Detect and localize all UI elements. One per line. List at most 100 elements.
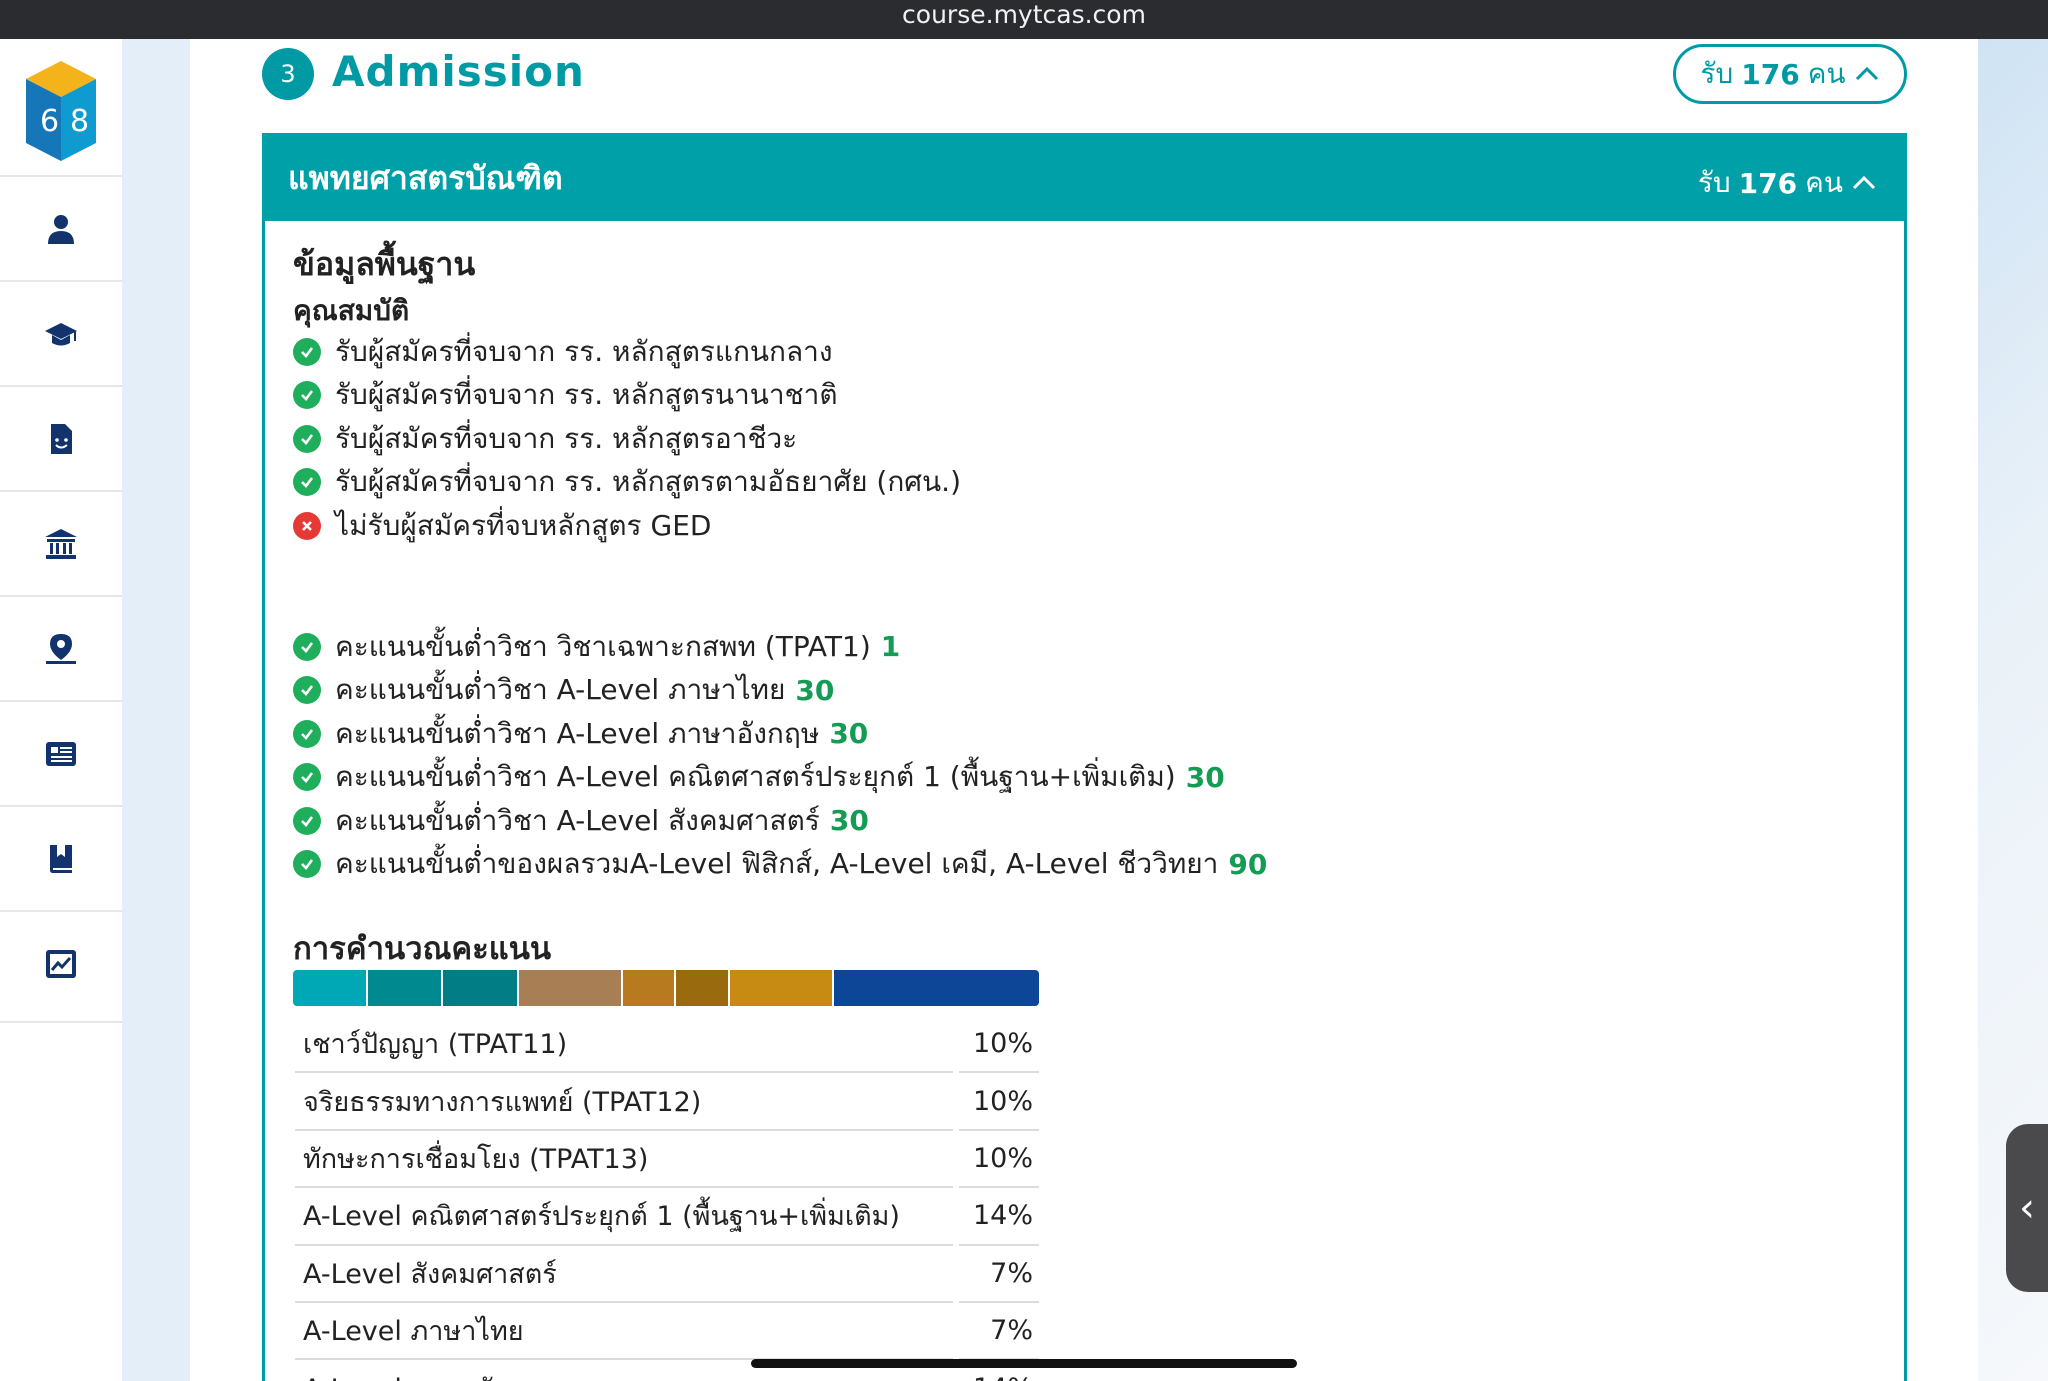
news-list-icon [46,741,76,766]
min-score-item: คะแนนขั้นต่ำวิชา A-Level สังคมศาสตร์ 30 [293,799,1267,843]
qualification-item: รับผู้สมัครที่จบจาก รร. หลักสูตรแกนกลาง [293,330,961,374]
weight-subject: A-Level สังคมศาสตร์ [295,1246,953,1303]
step-number-badge: 3 [262,48,314,100]
logo-icon: 6 8 [26,61,96,161]
main-content: 3 Admission รับ 176 คน แพทยศาสตรบัณฑิต ร… [190,39,1978,1381]
browser-url-bar[interactable]: course.mytcas.com [0,0,2048,39]
bookmark-book-icon [50,844,72,873]
program-name: แพทยศาสตรบัณฑิต [288,159,563,197]
sidebar-item-education[interactable] [0,280,122,385]
sidebar-item-stats[interactable] [0,910,122,1015]
document-smile-icon [51,423,72,454]
receive-prefix: รับ [1700,57,1734,90]
side-panel-toggle[interactable]: ‹ [2006,1124,2048,1292]
svg-text:8: 8 [70,104,89,139]
program-card-header[interactable]: แพทยศาสตรบัณฑิต รับ 176 คน [262,133,1907,221]
weight-percent: 10% [959,1016,1039,1074]
min-score-text: คะแนนขั้นต่ำของผลรวมA-Level ฟิสิกส์, A-L… [335,847,1219,881]
sidebar-item-bookmark[interactable] [0,805,122,910]
receive-count: 176 [1741,57,1800,91]
qualification-item: ไม่รับผู้สมัครที่จบหลักสูตร GED [293,504,961,548]
weight-segment [293,970,369,1006]
sidebar-item-news[interactable] [0,700,122,805]
weight-subject: A-Level ภาษาไทย [295,1303,953,1361]
weight-row: A-Level สังคมศาสตร์ 7% [295,1246,1039,1303]
weight-row: เชาว์ปัญญา (TPAT11) 10% [295,1016,1039,1074]
check-circle-icon [293,632,321,661]
qualification-text: ไม่รับผู้สมัครที่จบหลักสูตร GED [335,508,712,542]
min-score-value: 30 [1185,760,1225,794]
min-score-text: คะแนนขั้นต่ำวิชา A-Level สังคมศาสตร์ [335,803,820,837]
program-receive-prefix: รับ [1697,166,1731,199]
section-title: Admission [332,47,585,96]
weight-segment [729,970,835,1006]
min-score-list: คะแนนขั้นต่ำวิชา วิชาเฉพาะกสพท (TPAT1) 1 ค… [293,625,1267,886]
min-score-item: คะแนนขั้นต่ำของผลรวมA-Level ฟิสิกส์, A-L… [293,843,1267,887]
check-circle-icon [293,337,321,366]
weight-segment [518,970,624,1006]
check-circle-icon [293,424,321,453]
check-circle-icon [293,468,321,497]
qualification-title: คุณสมบัติ [293,294,410,327]
score-calc-title: การคำนวณคะแนน [293,931,552,967]
weight-percent: 10% [959,1131,1039,1189]
basic-info-title: ข้อมูลพื้นฐาน [293,245,476,283]
chart-icon [46,949,76,978]
sidebar-item-university[interactable] [0,490,122,595]
receive-suffix: คน [1807,57,1846,90]
weight-segment [623,970,677,1006]
user-icon [48,214,74,244]
graduation-cap-icon [45,322,77,345]
min-score-value: 30 [795,673,835,707]
receive-count-toggle[interactable]: รับ 176 คน [1673,44,1907,104]
min-score-item: คะแนนขั้นต่ำวิชา A-Level ภาษาอังกฤษ 30 [293,712,1267,756]
min-score-text: คะแนนขั้นต่ำวิชา A-Level คณิตศาสตร์ประยุ… [335,760,1176,794]
qualification-item: รับผู้สมัครที่จบจาก รร. หลักสูตรอาชีวะ [293,417,961,461]
sidebar-item-portfolio[interactable] [0,385,122,490]
min-score-text: คะแนนขั้นต่ำวิชา วิชาเฉพาะกสพท (TPAT1) [335,629,871,663]
program-receive-count: 176 [1738,166,1798,200]
weight-segment [368,970,444,1006]
sidebar-item-profile[interactable] [0,175,122,280]
min-score-value: 30 [829,717,869,751]
chevron-up-icon[interactable] [1851,174,1877,192]
chevron-left-icon: ‹ [2019,1185,2035,1231]
check-circle-icon [293,806,321,835]
cross-circle-icon [293,511,321,540]
qualification-text: รับผู้สมัครที่จบจาก รร. หลักสูตรแกนกลาง [335,334,833,368]
program-receive-suffix: คน [1805,166,1843,199]
weight-subject: เชาว์ปัญญา (TPAT11) [295,1016,953,1074]
qualification-list: รับผู้สมัครที่จบจาก รร. หลักสูตรแกนกลางร… [293,330,961,548]
weight-row: A-Level คณิตศาสตร์ประยุกต์ 1 (พื้นฐาน+เพ… [295,1188,1039,1246]
weight-row: A-Level ภาษาไทย 7% [295,1303,1039,1361]
weight-row: จริยธรรมทางการแพทย์ (TPAT12) 10% [295,1073,1039,1131]
home-indicator [751,1359,1297,1368]
program-receive: รับ 176 คน [1698,161,1877,205]
min-score-item: คะแนนขั้นต่ำวิชา A-Level คณิตศาสตร์ประยุ… [293,756,1267,800]
check-circle-icon [293,850,321,879]
check-circle-icon [293,719,321,748]
weight-bar [293,970,1039,1006]
mytcas-logo[interactable]: 6 8 [26,61,96,161]
qualification-text: รับผู้สมัครที่จบจาก รร. หลักสูตรนานาชาติ [335,378,838,412]
weight-subject: ทักษะการเชื่อมโยง (TPAT13) [295,1131,953,1189]
weight-segment [443,970,519,1006]
sidebar-divider [0,1021,122,1023]
min-score-value: 1 [880,630,901,664]
university-icon [45,528,77,559]
weight-row: ทักษะการเชื่อมโยง (TPAT13) 10% [295,1131,1039,1189]
chevron-up-icon [1855,66,1878,81]
min-score-item: คะแนนขั้นต่ำวิชา A-Level ภาษาไทย 30 [293,669,1267,713]
weight-percent: 7% [959,1246,1039,1303]
min-score-text: คะแนนขั้นต่ำวิชา A-Level ภาษาไทย [335,673,786,707]
check-circle-icon [293,763,321,792]
weight-percent: 14% [959,1188,1039,1246]
min-score-value: 30 [829,804,869,838]
sidebar-item-location[interactable] [0,595,122,700]
url-text: course.mytcas.com [902,0,1146,29]
svg-text:6: 6 [40,104,59,139]
qualification-text: รับผู้สมัครที่จบจาก รร. หลักสูตรตามอัธยา… [335,465,962,499]
weight-percent: 7% [959,1303,1039,1361]
qualification-item: รับผู้สมัครที่จบจาก รร. หลักสูตรนานาชาติ [293,374,961,418]
weight-segment [834,970,1039,1006]
